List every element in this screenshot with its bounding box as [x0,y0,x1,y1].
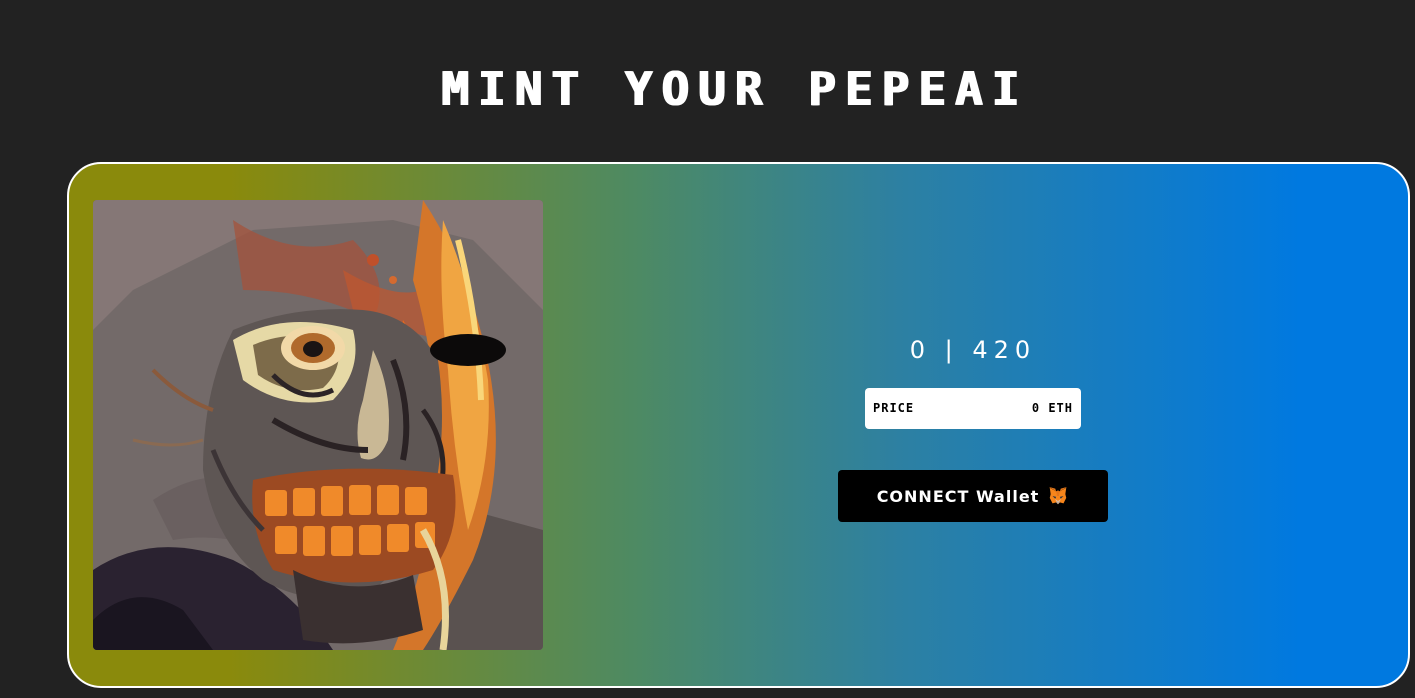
connect-wallet-button[interactable]: CONNECT Wallet [838,470,1108,522]
mint-panel: 0 | 420 PRICE 0 ETH CONNECT Wallet [67,162,1410,688]
metamask-fox-icon [1047,485,1069,507]
nft-preview-artwork [93,200,543,650]
connect-wallet-label: CONNECT Wallet [876,486,1040,506]
minted-supply-counter: 0 | 420 [909,336,1037,364]
price-box: PRICE 0 ETH [865,388,1081,429]
page-title: MINT YOUR PEPEAI [440,62,1028,116]
price-value: 0 ETH [1031,401,1073,415]
price-label: PRICE [873,401,915,415]
